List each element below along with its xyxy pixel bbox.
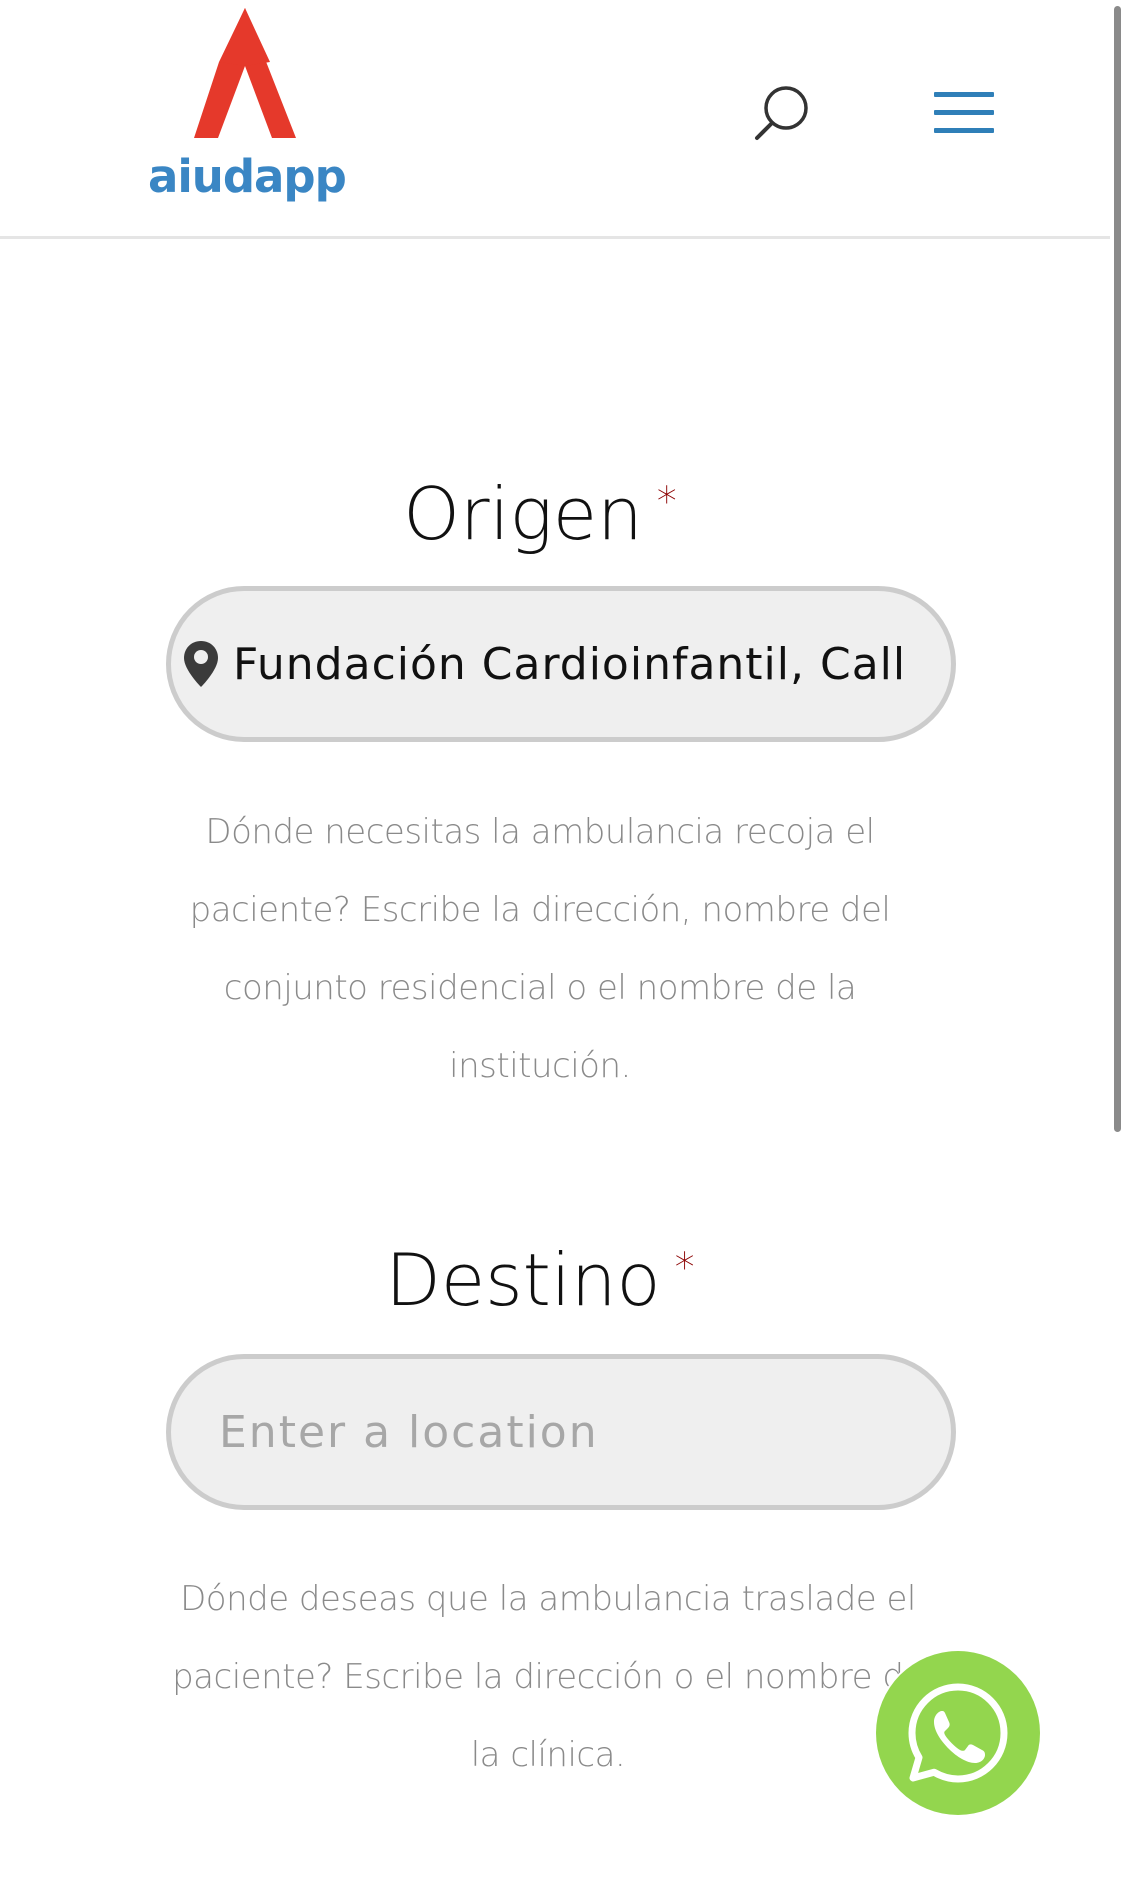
destination-field[interactable] <box>166 1354 956 1510</box>
whatsapp-icon <box>908 1683 1008 1783</box>
destination-help-text: Dónde deseas que la ambulancia traslade … <box>172 1579 924 1775</box>
required-marker: * <box>656 479 677 525</box>
search-icon <box>755 86 808 140</box>
destination-label: Destino * <box>385 1238 695 1322</box>
whatsapp-button[interactable] <box>876 1651 1040 1815</box>
aiudapp-logo[interactable]: aiudapp <box>148 8 347 208</box>
scrollbar[interactable] <box>1110 0 1126 1893</box>
hamburger-menu-icon-bar <box>934 128 994 133</box>
hamburger-menu-icon-bar <box>934 110 994 115</box>
origin-label: Origen * <box>403 472 677 556</box>
page: aiudapp Origen* Dónde necesitas la ambul… <box>0 0 1126 1893</box>
search-button[interactable] <box>752 84 812 144</box>
scrollbar-thumb[interactable] <box>1114 6 1121 1132</box>
logo-mark-icon <box>194 8 296 138</box>
origin-help-text: Dónde necesitas la ambulancia recoja el … <box>189 812 891 1086</box>
hamburger-menu-icon <box>934 92 994 97</box>
site-header: aiudapp <box>0 0 1110 239</box>
destination-input[interactable] <box>171 1359 951 1505</box>
logo-text: aiudapp <box>148 150 347 203</box>
origin-field[interactable] <box>166 586 956 742</box>
menu-button[interactable] <box>934 92 994 134</box>
required-marker: * <box>674 1245 695 1291</box>
origin-input[interactable] <box>171 591 951 737</box>
